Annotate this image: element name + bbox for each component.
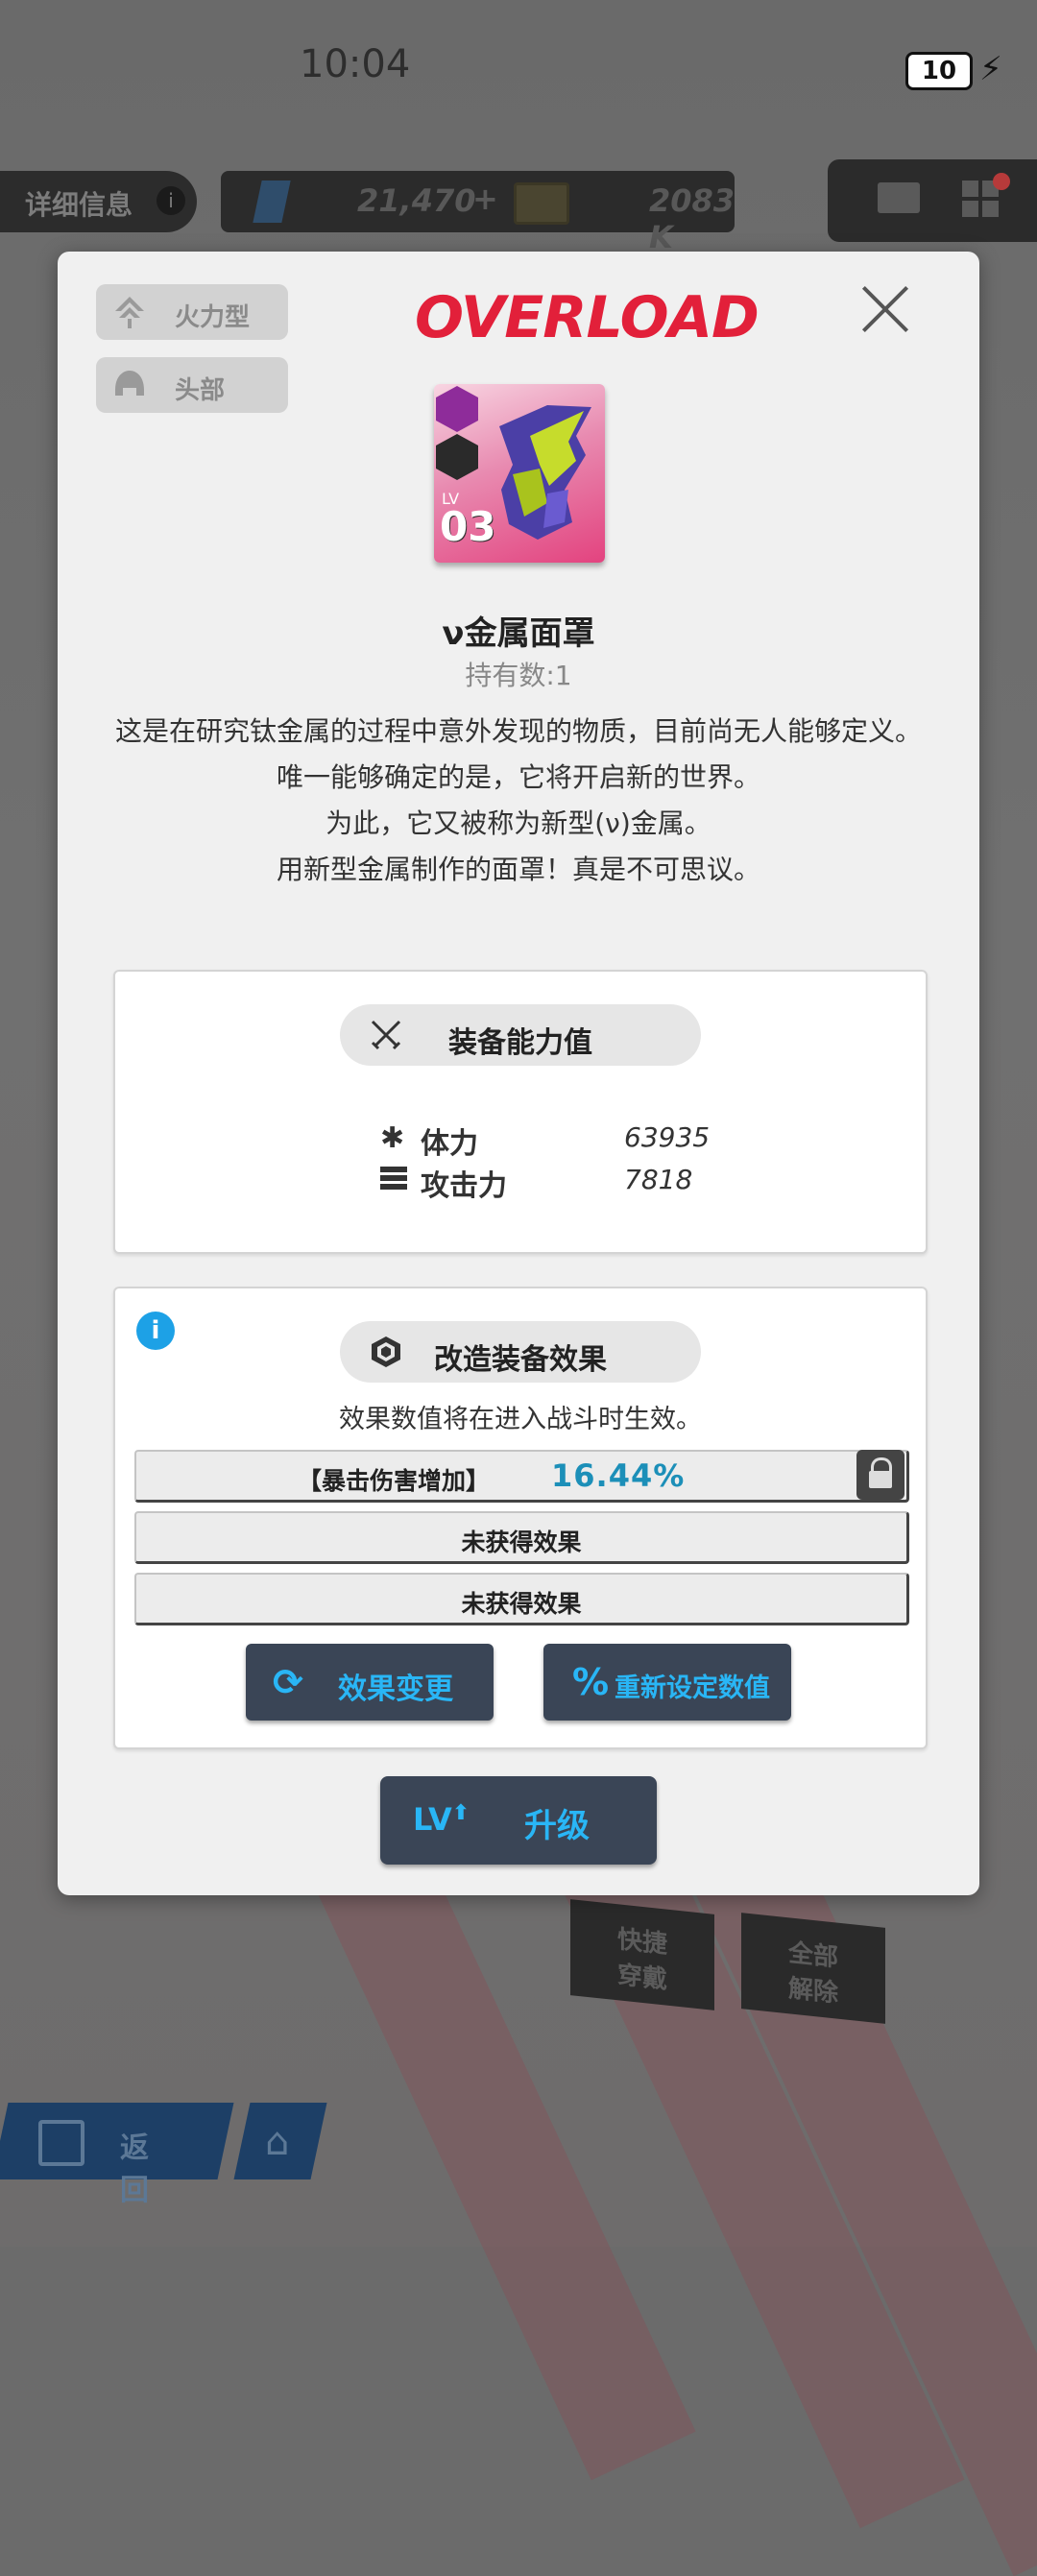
home-icon: ⌂	[265, 2120, 290, 2164]
effect-slot-1: 【暴击伤害增加】 16.44%	[134, 1450, 909, 1503]
detail-info-label: 详细信息	[25, 189, 133, 221]
percent-icon: %	[572, 1661, 610, 1703]
change-effect-label: 效果变更	[338, 1673, 453, 1706]
charging-icon: ⚡	[979, 50, 1002, 88]
slot-tag: 头部	[96, 357, 288, 413]
rarity-badge-icon	[436, 386, 478, 432]
item-detail-modal: 火力型 头部 OVERLOAD LV 03 ν金属面罩 持有数:1 这是在研究钛…	[58, 252, 979, 1895]
gem-count: 21,470	[357, 182, 476, 219]
description-line: 唯一能够确定的是，它将开启新的世界。	[276, 761, 760, 793]
top-right-menu	[828, 159, 1037, 242]
change-effect-button[interactable]: ⟳ 效果变更	[246, 1644, 494, 1721]
type-tag: 火力型	[96, 284, 288, 340]
effects-panel-header: 改造装备效果	[340, 1321, 701, 1383]
stat-value: 7818	[624, 1164, 693, 1195]
stats-panel-header: 装备能力值	[340, 1004, 701, 1066]
helmet-icon	[115, 371, 144, 396]
currency-bar: 21,470 + 2083 K	[221, 171, 735, 255]
item-level: 03	[440, 503, 496, 550]
lock-toggle[interactable]	[856, 1450, 904, 1500]
close-button[interactable]	[856, 280, 914, 338]
mask-art	[499, 405, 591, 540]
firepower-class-icon	[115, 297, 144, 328]
refresh-icon: ⟳	[273, 1661, 303, 1703]
attack-icon	[380, 1167, 407, 1190]
item-name: ν金属面罩	[442, 614, 595, 653]
detail-info-tab[interactable]: 详细信息 i	[0, 171, 197, 232]
level-up-prefix: LV	[413, 1801, 452, 1838]
chip-icon	[514, 182, 569, 225]
gem-icon	[253, 181, 291, 223]
effects-panel-title: 改造装备效果	[434, 1343, 607, 1377]
mail-icon[interactable]	[878, 182, 920, 213]
quick-equip-button[interactable]: 快捷 穿戴	[570, 1899, 714, 2010]
back-icon	[38, 2120, 84, 2166]
owned-count: 持有数:1	[465, 660, 572, 691]
description-line: 这是在研究钛金属的过程中意外发现的物质，目前尚无人能够定义。	[115, 715, 923, 747]
description-line: 为此，它又被称为新型(ν)金属。	[326, 807, 711, 839]
info-icon: i	[157, 186, 185, 215]
battery-icon: 10	[905, 52, 973, 90]
effect-slot-3: 未获得效果	[134, 1573, 909, 1625]
add-gem-button[interactable]: +	[472, 181, 498, 217]
upgrade-label: 升级	[524, 1807, 590, 1845]
chip-count: 2083 K	[649, 182, 736, 255]
reset-values-button[interactable]: % 重新设定数值	[543, 1644, 791, 1721]
notification-dot	[993, 173, 1010, 190]
status-bar: 10:04 10 ⚡	[0, 0, 1037, 144]
stat-label: 体力	[421, 1127, 478, 1161]
effect-empty-label: 未获得效果	[461, 1590, 582, 1618]
info-icon[interactable]: i	[136, 1312, 175, 1350]
hp-icon: ✱	[380, 1121, 405, 1155]
stat-value: 63935	[624, 1121, 711, 1153]
back-label: 返回	[120, 2131, 149, 2207]
menu-grid-icon[interactable]	[962, 181, 999, 217]
level-up-icon: LV⬆	[413, 1801, 470, 1838]
overload-logo: OVERLOAD	[415, 284, 760, 351]
effect-slot-2: 未获得效果	[134, 1511, 909, 1564]
effect-empty-label: 未获得效果	[461, 1529, 582, 1556]
class-badge-icon	[436, 434, 478, 480]
back-button[interactable]	[0, 2103, 234, 2179]
remove-all-button[interactable]: 全部 解除	[741, 1913, 885, 2024]
lock-body	[869, 1471, 892, 1488]
item-card: LV 03	[434, 384, 605, 563]
reset-values-label: 重新设定数值	[615, 1673, 770, 1703]
status-time: 10:04	[300, 42, 411, 86]
effect-value: 16.44%	[551, 1457, 686, 1494]
stat-label: 攻击力	[421, 1169, 507, 1203]
type-tag-label: 火力型	[175, 303, 251, 332]
stats-panel: 装备能力值 ✱ 体力 63935 攻击力 7818	[113, 970, 928, 1254]
effect-name: 【暴击伤害增加】	[298, 1467, 491, 1495]
upgrade-button[interactable]: LV⬆ 升级	[380, 1776, 657, 1865]
description-line: 用新型金属制作的面罩！真是不可思议。	[276, 854, 760, 885]
effects-panel: i 改造装备效果 效果数值将在进入战斗时生效。 【暴击伤害增加】 16.44% …	[113, 1287, 928, 1749]
effects-note: 效果数值将在进入战斗时生效。	[339, 1405, 702, 1434]
stats-panel-title: 装备能力值	[448, 1026, 592, 1060]
slot-tag-label: 头部	[175, 376, 226, 405]
item-description: 这是在研究钛金属的过程中意外发现的物质，目前尚无人能够定义。 唯一能够确定的是，…	[115, 709, 922, 893]
